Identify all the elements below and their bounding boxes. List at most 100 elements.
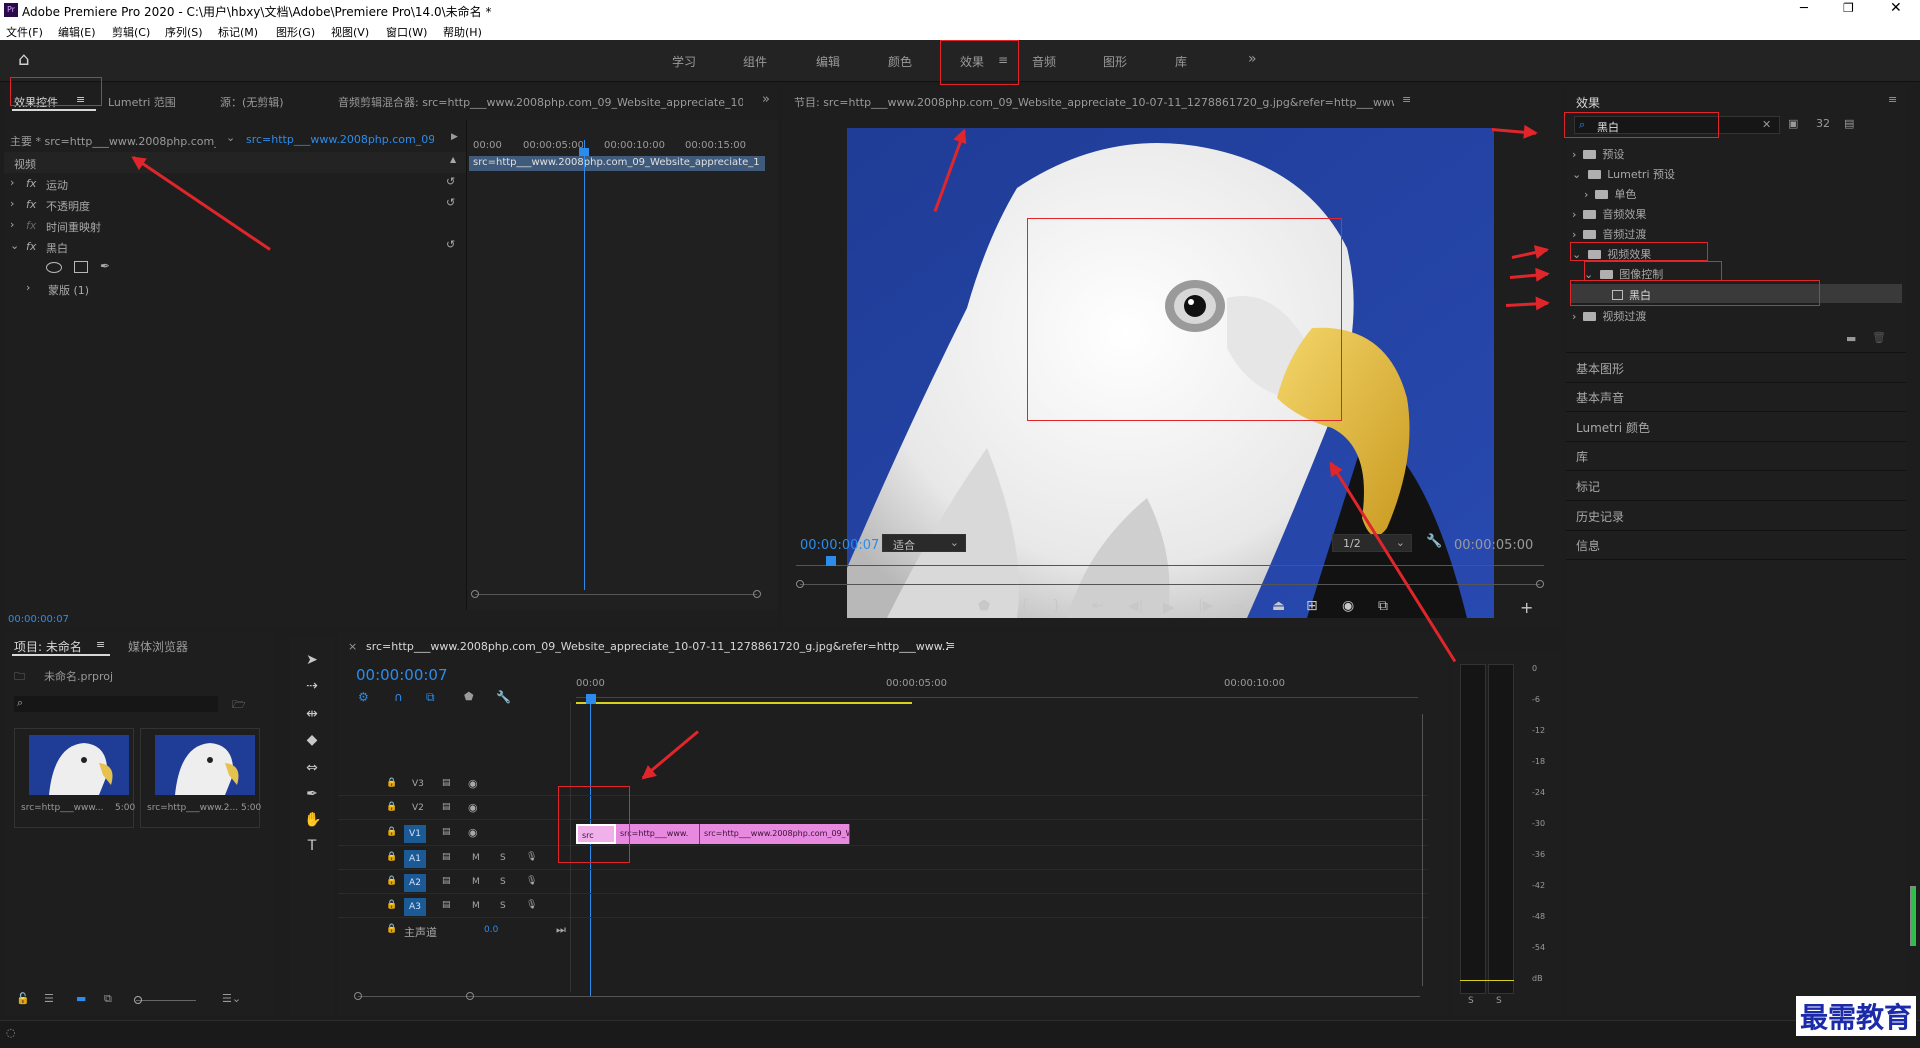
reset-icon[interactable]: ↺ [446, 175, 455, 188]
tree-monochrome[interactable]: › 单色 [1584, 186, 1636, 202]
menu-graphics[interactable]: 图形(G) [276, 24, 315, 40]
ellipse-mask-icon[interactable] [46, 262, 62, 273]
ripple-edit-tool-icon[interactable]: ⇹ [304, 706, 320, 722]
menu-file[interactable]: 文件(F) [6, 24, 43, 40]
zoom-slider[interactable] [136, 1000, 196, 1001]
resolution-dropdown[interactable]: 1/2 ⌄ [1332, 534, 1412, 552]
eye-icon[interactable]: ◉ [468, 777, 478, 790]
add-marker-icon[interactable]: ⬟ [464, 690, 474, 703]
step-forward-icon[interactable]: |▶ [1198, 598, 1213, 614]
mute-button[interactable]: M [472, 901, 480, 911]
new-bin-icon[interactable]: ▬ [1846, 332, 1856, 345]
program-menu-icon[interactable]: ≡ [1402, 93, 1411, 106]
mic-icon[interactable]: 🎙 [526, 852, 537, 862]
slip-tool-icon[interactable]: ⇔ [304, 760, 320, 776]
panel-markers[interactable]: 标记 [1576, 478, 1600, 495]
panel-overflow-icon[interactable]: » [762, 92, 770, 107]
play-icon[interactable]: ▶ [1163, 598, 1175, 616]
icon-view-icon[interactable]: ▬ [76, 992, 86, 1005]
effect-row-motion[interactable]: › fx 运动 ↺ [4, 173, 466, 194]
sync-lock-icon[interactable]: ▤ [442, 900, 451, 910]
track-lock-icon[interactable]: 🔒 [386, 900, 397, 910]
add-button-icon[interactable]: + [1520, 598, 1533, 617]
timeline-close-icon[interactable]: × [348, 640, 357, 653]
panel-essential-sound[interactable]: 基本声音 [1576, 389, 1624, 406]
panel-lumetri-color[interactable]: Lumetri 颜色 [1576, 419, 1650, 436]
panel-history[interactable]: 历史记录 [1576, 508, 1624, 525]
master-clip-dropdown-icon[interactable]: ⌄ [226, 131, 235, 144]
tab-source[interactable]: 源：(无剪辑) [220, 94, 284, 110]
solo-button[interactable]: S [500, 877, 506, 887]
menu-view[interactable]: 视图(V) [331, 24, 369, 40]
export-frame-icon[interactable]: ◉ [1342, 598, 1354, 614]
ec-scrollbar[interactable] [475, 594, 757, 595]
timeline-hscroll[interactable] [358, 996, 1420, 997]
master-volume[interactable]: 0.0 [484, 925, 498, 935]
tab-project[interactable]: 项目: 未命名 [14, 638, 82, 655]
mic-icon[interactable]: 🎙 [526, 876, 537, 886]
solo-button[interactable]: S [500, 853, 506, 863]
accelerated-effects-icon[interactable]: ▣ [1788, 117, 1798, 130]
step-back-icon[interactable]: ◀| [1128, 598, 1143, 614]
effect-row-opacity[interactable]: › fx 不透明度 ↺ [4, 194, 466, 215]
mask-selection-box[interactable] [1027, 218, 1342, 421]
close-icon[interactable]: ✕ [1890, 0, 1902, 16]
program-time-ruler[interactable] [796, 558, 1544, 566]
snap-icon[interactable]: ∩ [394, 690, 403, 704]
sort-icon[interactable]: ☰⌄ [222, 992, 241, 1005]
timeline-playhead-handle[interactable] [586, 694, 596, 704]
selection-tool-icon[interactable]: ➤ [304, 652, 320, 668]
workspace-editing[interactable]: 编辑 [816, 53, 840, 70]
side-scrollbar[interactable] [1910, 886, 1916, 946]
meter-solo-left[interactable]: S [1468, 996, 1474, 1006]
menu-clip[interactable]: 剪辑(C) [112, 24, 150, 40]
track-lock-icon[interactable]: 🔒 [386, 924, 397, 934]
panel-libraries[interactable]: 库 [1576, 448, 1588, 465]
tree-audio-transitions[interactable]: › 音频过渡 [1572, 226, 1646, 242]
mute-button[interactable]: M [472, 877, 480, 887]
tree-presets[interactable]: › 预设 [1572, 146, 1624, 162]
track-target-a2[interactable]: A2 [404, 874, 426, 892]
new-search-bin-icon[interactable]: 🗁 [232, 696, 246, 715]
timeline-settings-icon[interactable]: 🔧 [496, 690, 511, 704]
effects-menu-icon[interactable]: ≡ [1888, 93, 1897, 106]
menu-window[interactable]: 窗口(W) [386, 24, 427, 40]
program-timecode[interactable]: 00:00:00:07 [800, 538, 879, 553]
track-target-a3[interactable]: A3 [404, 898, 426, 916]
workspace-graphics[interactable]: 图形 [1103, 53, 1127, 70]
list-view-icon[interactable]: ☰ [44, 992, 54, 1005]
32bit-effects-icon[interactable]: 32 [1816, 117, 1830, 130]
timeline-vscroll[interactable] [1422, 714, 1423, 986]
tree-audio-effects[interactable]: › 音频效果 [1572, 206, 1646, 222]
sync-lock-icon[interactable]: ▤ [442, 876, 451, 886]
menu-marker[interactable]: 标记(M) [218, 24, 258, 40]
work-area-bar[interactable] [576, 702, 912, 704]
sync-lock-icon[interactable]: ▤ [442, 852, 451, 862]
program-scroll-start[interactable] [796, 580, 804, 588]
rectangle-mask-icon[interactable] [74, 261, 88, 273]
freeform-view-icon[interactable]: ⧉ [104, 992, 112, 1006]
hand-tool-icon[interactable]: ✋ [304, 812, 321, 828]
pen-mask-icon[interactable]: ✒ [100, 259, 110, 273]
project-menu-icon[interactable]: ≡ [96, 638, 105, 651]
tree-video-transitions[interactable]: › 视频过渡 [1572, 308, 1646, 324]
project-item-2[interactable]: src=http___www.2... 5:00 [140, 728, 261, 828]
project-search-input[interactable]: ⌕ [14, 696, 218, 712]
mark-out-icon[interactable]: } [1052, 598, 1061, 614]
program-scrollbar[interactable] [800, 584, 1540, 585]
ec-playhead-handle[interactable] [579, 148, 589, 156]
go-to-end-icon[interactable]: ⏭ [556, 923, 566, 937]
wrench-icon[interactable]: 🔧 [1426, 534, 1442, 549]
effect-row-mask[interactable]: › 蒙版 (1) [4, 278, 466, 299]
ec-scroll-end[interactable] [753, 590, 761, 598]
lock-icon[interactable]: 🔓 [16, 992, 30, 1005]
compare-view-icon[interactable]: ⧉ [1378, 598, 1388, 614]
play-clip-icon[interactable]: ▶ [451, 132, 458, 142]
mute-button[interactable]: M [472, 853, 480, 863]
sync-lock-icon[interactable]: ▤ [442, 827, 451, 837]
timeline-ruler[interactable] [576, 690, 1418, 698]
scroll-up-icon[interactable]: ▲ [450, 155, 456, 164]
add-marker-icon[interactable]: ⬟ [978, 598, 990, 614]
panel-info[interactable]: 信息 [1576, 537, 1600, 554]
panel-essential-graphics[interactable]: 基本图形 [1576, 360, 1624, 377]
